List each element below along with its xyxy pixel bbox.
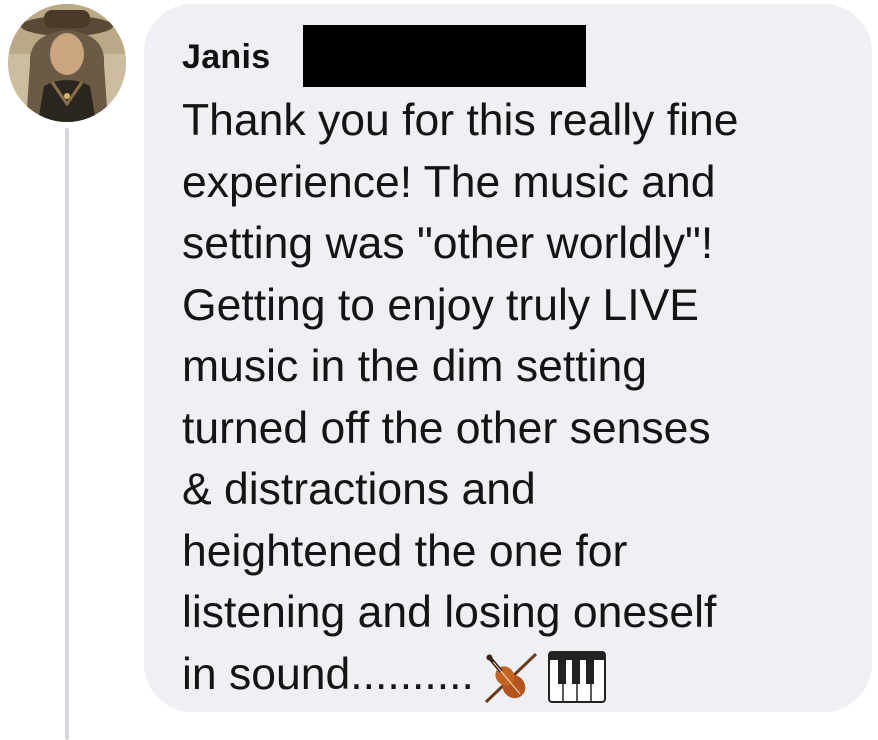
comment-line: setting was "other worldly"! xyxy=(182,219,714,268)
comment-line-last: in sound.......... xyxy=(182,644,862,706)
comment-line: heightened the one for xyxy=(182,526,628,576)
comment-body: Thank you for this really fine experienc… xyxy=(182,90,862,706)
piano-keys-emoji-icon xyxy=(547,650,606,703)
comment-line: listening and losing oneself xyxy=(182,588,717,637)
user-avatar-photo xyxy=(8,4,126,122)
comment-line: turned off the other senses xyxy=(182,403,711,453)
comment-line-text: in sound.......... xyxy=(182,649,474,699)
comment-line: & distractions and xyxy=(182,465,536,514)
comment-line: experience! The music and xyxy=(182,157,716,207)
author-avatar[interactable] xyxy=(8,4,126,122)
comment-author-name[interactable]: Janis xyxy=(182,38,270,77)
comment-line: Thank you for this really fine xyxy=(182,96,739,145)
comment-line: Getting to enjoy truly LIVE xyxy=(182,280,699,330)
comment-author-row: Janis xyxy=(182,24,270,90)
violin-emoji-icon xyxy=(480,648,542,706)
redacted-surname xyxy=(303,25,586,87)
comment-line: music in the dim setting xyxy=(182,342,647,391)
thread-line xyxy=(65,128,69,740)
